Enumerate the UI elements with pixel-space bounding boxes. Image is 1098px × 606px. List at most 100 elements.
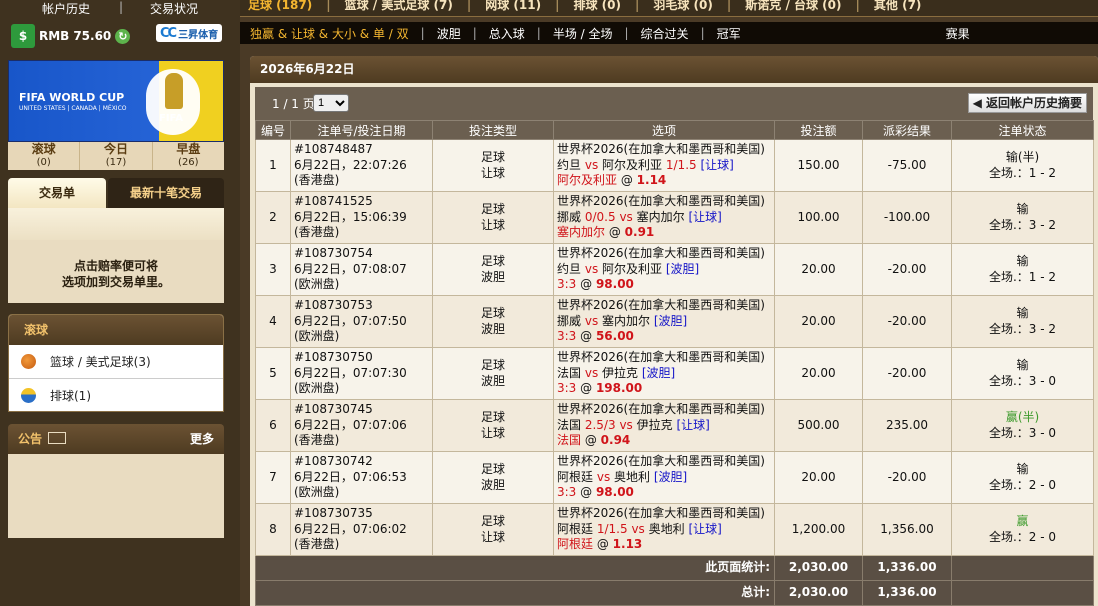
- tab-live[interactable]: 滚球 (0): [8, 142, 81, 170]
- bet-id: #108730742: [294, 454, 373, 469]
- bet-date: 6月22日，07:07:06: [294, 417, 407, 432]
- table-row: 7 #108730742 6月22日，07:06:53 (欧洲盘) 足球 波胆 世界杯202…: [255, 451, 1094, 504]
- odds-format: (欧洲盘): [294, 329, 340, 344]
- refresh-icon[interactable]: ↻: [115, 28, 131, 44]
- odds-format: (欧洲盘): [294, 381, 340, 396]
- bet-date: 6月22日，07:08:07: [294, 261, 407, 276]
- bet-id: #108730745: [294, 402, 373, 417]
- nav-main-markets[interactable]: 独赢 & 让球 & 大小 & 单 / 双: [240, 25, 419, 42]
- pick: 3:3 @ 98.00: [557, 277, 634, 292]
- tab-recent-bets[interactable]: 最新十笔交易: [108, 178, 224, 208]
- page-select[interactable]: 1: [313, 94, 349, 112]
- totals-row: 总计: 2,030.00 1,336.00: [255, 580, 1094, 606]
- nav-correct-score[interactable]: 波胆: [427, 25, 471, 42]
- result: -20.00: [862, 243, 952, 296]
- stake: 20.00: [774, 451, 863, 504]
- league: 世界杯2026(在加拿大和墨西哥和美国): [557, 246, 765, 261]
- score: 全场.：3 - 0: [988, 373, 1057, 388]
- basketball-icon: [21, 354, 36, 369]
- nav-badminton[interactable]: 羽毛球 (0): [645, 0, 721, 11]
- envelope-icon: [48, 431, 67, 444]
- date-header: 2026年6月22日: [250, 56, 1098, 83]
- odds-format: (欧洲盘): [294, 277, 340, 292]
- status: 输(半): [1005, 150, 1040, 164]
- nav-total-goals[interactable]: 总入球: [479, 25, 535, 42]
- stake: 500.00: [774, 399, 863, 452]
- bet-date: 6月22日，22:07:26: [294, 157, 407, 172]
- live-title: 滚球: [9, 315, 223, 345]
- result: -100.00: [862, 191, 952, 244]
- match: 阿根廷 vs 奥地利 [波胆]: [557, 469, 688, 484]
- nav-snooker[interactable]: 斯诺克 / 台球 (0): [737, 0, 849, 11]
- league: 世界杯2026(在加拿大和墨西哥和美国): [557, 298, 765, 313]
- match: 约旦 vs 阿尔及利亚 1/1.5 [让球]: [557, 157, 734, 172]
- pick: 塞内加尔 @ 0.91: [557, 225, 655, 240]
- table-header: 编号 注单号/投注日期 投注类型 选项 投注额 派彩结果 注单状态: [255, 120, 1094, 140]
- nav-other[interactable]: 其他 (7): [866, 0, 930, 11]
- bet-id: #108741525: [294, 194, 373, 209]
- status: 输: [1016, 202, 1029, 216]
- sidebar: 帐户历史 | 交易状况 $ RMB 75.60 ↻ ⅭⅭ 三昇体育 FIFA W…: [0, 0, 240, 606]
- league: 世界杯2026(在加拿大和墨西哥和美国): [557, 506, 765, 521]
- league: 世界杯2026(在加拿大和墨西哥和美国): [557, 402, 765, 417]
- nav-basketball[interactable]: 篮球 / 美式足球 (7): [337, 0, 461, 11]
- sport-time-tabs: 滚球 (0) 今日 (17) 早盘 (26): [8, 142, 224, 170]
- match: 挪威 0/0.5 vs 塞内加尔 [让球]: [557, 209, 722, 224]
- league: 世界杯2026(在加拿大和墨西哥和美国): [557, 142, 765, 157]
- back-to-summary-button[interactable]: ◀ 返回帐户历史摘要: [967, 93, 1087, 113]
- bet-slip-hint: 点击赔率便可将 选项加到交易单里。: [61, 259, 170, 289]
- tab-bet-slip[interactable]: 交易单: [8, 178, 106, 208]
- stake: 100.00: [774, 191, 863, 244]
- score: 全场.：1 - 2: [988, 165, 1057, 180]
- notice-body: [8, 454, 224, 538]
- brand-logo[interactable]: ⅭⅭ 三昇体育: [156, 24, 223, 42]
- match: 阿根廷 1/1.5 vs 奥地利 [让球]: [557, 521, 722, 536]
- bets-table: 编号 注单号/投注日期 投注类型 选项 投注额 派彩结果 注单状态 1 #108748487 6…: [255, 120, 1094, 606]
- tab-early[interactable]: 早盘 (26): [153, 142, 224, 170]
- table-row: 2 #108741525 6月22日，15:06:39 (香港盘) 足球 让球 世界杯202…: [255, 191, 1094, 244]
- separator: |: [119, 0, 124, 14]
- score: 全场.：2 - 0: [988, 529, 1057, 544]
- status: 输: [1016, 462, 1029, 476]
- account-history-link[interactable]: 帐户历史: [42, 0, 90, 16]
- tab-today[interactable]: 今日 (17): [80, 142, 153, 170]
- world-cup-banner[interactable]: FIFA WORLD CUP UNITED STATES | CANADA | …: [8, 60, 224, 142]
- bet-id: #108730735: [294, 506, 373, 521]
- table-row: 8 #108730735 6月22日，07:06:02 (香港盘) 足球 让球 世界杯202…: [255, 503, 1094, 556]
- odds-format: (香港盘): [294, 173, 340, 188]
- match: 挪威 vs 塞内加尔 [波胆]: [557, 313, 688, 328]
- transaction-status-link[interactable]: 交易状况: [150, 0, 198, 16]
- match: 法国 vs 伊拉克 [波胆]: [557, 365, 676, 380]
- bet-id: #108730753: [294, 298, 373, 313]
- totals-row: 此页面统计: 2,030.00 1,336.00: [255, 555, 1094, 581]
- result: -75.00: [862, 139, 952, 192]
- live-item-basketball[interactable]: 篮球 / 美式足球(3): [9, 345, 223, 379]
- result: -20.00: [862, 347, 952, 400]
- match: 法国 2.5/3 vs 伊拉克 [让球]: [557, 417, 710, 432]
- nav-tennis[interactable]: 网球 (11): [477, 0, 549, 11]
- bet-date: 6月22日，15:06:39: [294, 209, 407, 224]
- nav-outright[interactable]: 冠军: [707, 25, 751, 42]
- nav-parlay[interactable]: 综合过关: [631, 25, 699, 42]
- pager-bar: 1 / 1 页 1 ◀ 返回帐户历史摘要: [255, 87, 1093, 121]
- nav-half-full[interactable]: 半场 / 全场: [543, 25, 623, 42]
- bet-slip-tabs: 交易单 最新十笔交易: [8, 178, 224, 208]
- bet-id: #108730754: [294, 246, 373, 261]
- nav-results[interactable]: 赛果: [936, 25, 980, 42]
- live-item-volleyball[interactable]: 排球(1): [9, 379, 223, 411]
- nav-football[interactable]: 足球 (187): [240, 0, 320, 11]
- pick: 阿尔及利亚 @ 1.14: [557, 173, 667, 188]
- nav-volleyball[interactable]: 排球 (0): [565, 0, 629, 11]
- bet-slip-panel: 点击赔率便可将 选项加到交易单里。: [8, 208, 224, 303]
- page-label: 1 / 1 页: [272, 97, 315, 111]
- stake: 20.00: [774, 243, 863, 296]
- status: 输: [1016, 306, 1029, 320]
- odds-format: (欧洲盘): [294, 485, 340, 500]
- trophy-icon: [165, 73, 183, 109]
- match: 约旦 vs 阿尔及利亚 [波胆]: [557, 261, 700, 276]
- score: 全场.：3 - 0: [988, 425, 1057, 440]
- pick: 3:3 @ 98.00: [557, 485, 634, 500]
- more-link[interactable]: 更多: [190, 424, 214, 454]
- stake: 20.00: [774, 295, 863, 348]
- pick: 3:3 @ 56.00: [557, 329, 634, 344]
